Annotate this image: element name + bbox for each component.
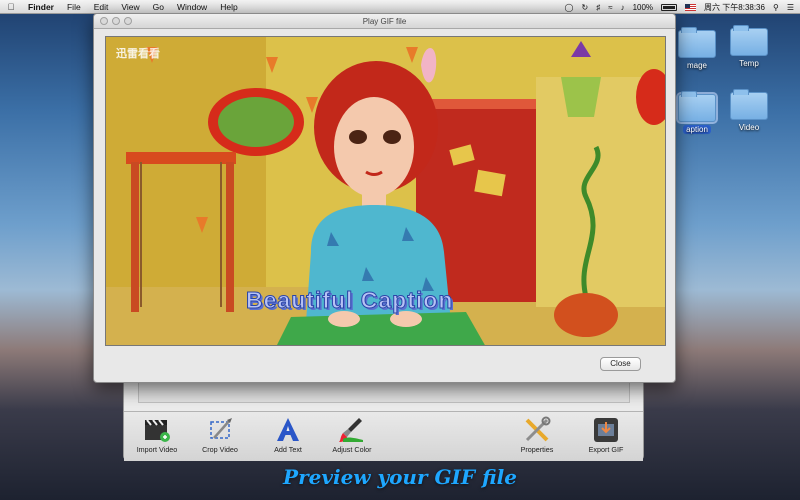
window-controls — [100, 17, 132, 25]
volume-icon[interactable]: ♪ — [621, 3, 625, 12]
spotlight-icon[interactable]: ⚲ — [773, 3, 779, 12]
input-source-flag-icon[interactable] — [685, 3, 697, 11]
folder-label: Video — [738, 123, 760, 132]
menu-window[interactable]: Window — [171, 2, 214, 12]
clapperboard-icon — [142, 416, 172, 443]
window-titlebar[interactable]: Play GIF file — [94, 14, 675, 29]
notification-center-icon[interactable]: ☰ — [787, 3, 794, 12]
desktop-folder-video[interactable]: Video — [724, 89, 774, 132]
menu-view[interactable]: View — [115, 2, 146, 12]
accessibility-icon[interactable]: ◯ — [565, 3, 574, 12]
close-window-icon[interactable] — [100, 17, 108, 25]
minimize-window-icon[interactable] — [112, 17, 120, 25]
battery-icon[interactable] — [661, 3, 678, 11]
paint-brush-icon — [337, 416, 367, 443]
import-video-label: Import Video — [136, 445, 178, 454]
play-gif-window: Play GIF file 迅雷看看 Beautiful Caption Clo… — [93, 13, 676, 383]
promo-caption: Preview your GIF file — [283, 465, 517, 489]
properties-label: Properties — [520, 445, 554, 454]
window-title: Play GIF file — [362, 17, 407, 26]
apple-menu-icon[interactable]:  — [0, 2, 22, 12]
menu-app-name[interactable]: Finder — [22, 2, 61, 12]
watermark-logo: 迅雷看看 — [116, 48, 160, 60]
adjust-color-button[interactable]: Adjust Color — [324, 416, 380, 454]
desktop-folder-temp[interactable]: Temp — [724, 25, 774, 68]
menu-go[interactable]: Go — [147, 2, 171, 12]
time-machine-icon[interactable]: ↻ — [581, 3, 588, 12]
zoom-window-icon[interactable] — [124, 17, 132, 25]
folder-icon — [678, 27, 716, 58]
wifi-icon[interactable]: ≈ — [608, 3, 612, 12]
film-export-icon — [591, 416, 621, 443]
folder-label: aption — [683, 125, 711, 134]
toolbar: Import Video Crop Video Add Text Adjust … — [124, 411, 643, 461]
crop-icon — [205, 416, 235, 443]
export-gif-label: Export GIF — [588, 445, 624, 454]
tools-icon — [522, 416, 552, 443]
adjust-color-label: Adjust Color — [332, 445, 372, 454]
battery-percent[interactable]: 100% — [633, 3, 653, 12]
menu-clock[interactable]: 周六 下午8:38:36 — [704, 2, 765, 13]
bluetooth-icon[interactable]: ♯ — [596, 3, 600, 12]
folder-icon — [730, 89, 768, 120]
folder-label: mage — [686, 61, 707, 70]
menu-bar:  Finder File Edit View Go Window Help ◯… — [0, 0, 800, 14]
menu-help[interactable]: Help — [214, 2, 244, 12]
export-gif-button[interactable]: Export GIF — [578, 416, 634, 454]
add-text-label: Add Text — [274, 445, 302, 454]
status-area: ◯ ↻ ♯ ≈ ♪ 100% 周六 下午8:38:36 ⚲ ☰ — [565, 0, 794, 14]
close-button[interactable]: Close — [600, 357, 641, 371]
desktop-folder-image[interactable]: mage — [672, 27, 722, 70]
folder-label: Temp — [739, 59, 759, 68]
caption-overlay: Beautiful Caption — [245, 287, 454, 314]
folder-icon — [730, 25, 768, 56]
menu-edit[interactable]: Edit — [88, 2, 116, 12]
properties-button[interactable]: Properties — [509, 416, 565, 454]
add-text-button[interactable]: Add Text — [260, 416, 316, 454]
import-video-button[interactable]: Import Video — [129, 416, 185, 454]
crop-video-label: Crop Video — [202, 445, 238, 454]
folder-icon — [676, 91, 718, 124]
gif-preview-area: 迅雷看看 Beautiful Caption — [105, 36, 666, 346]
crop-video-button[interactable]: Crop Video — [192, 416, 248, 454]
desktop-folder-caption[interactable]: aption — [672, 91, 722, 134]
menu-file[interactable]: File — [61, 2, 88, 12]
letter-a-icon — [273, 416, 303, 443]
